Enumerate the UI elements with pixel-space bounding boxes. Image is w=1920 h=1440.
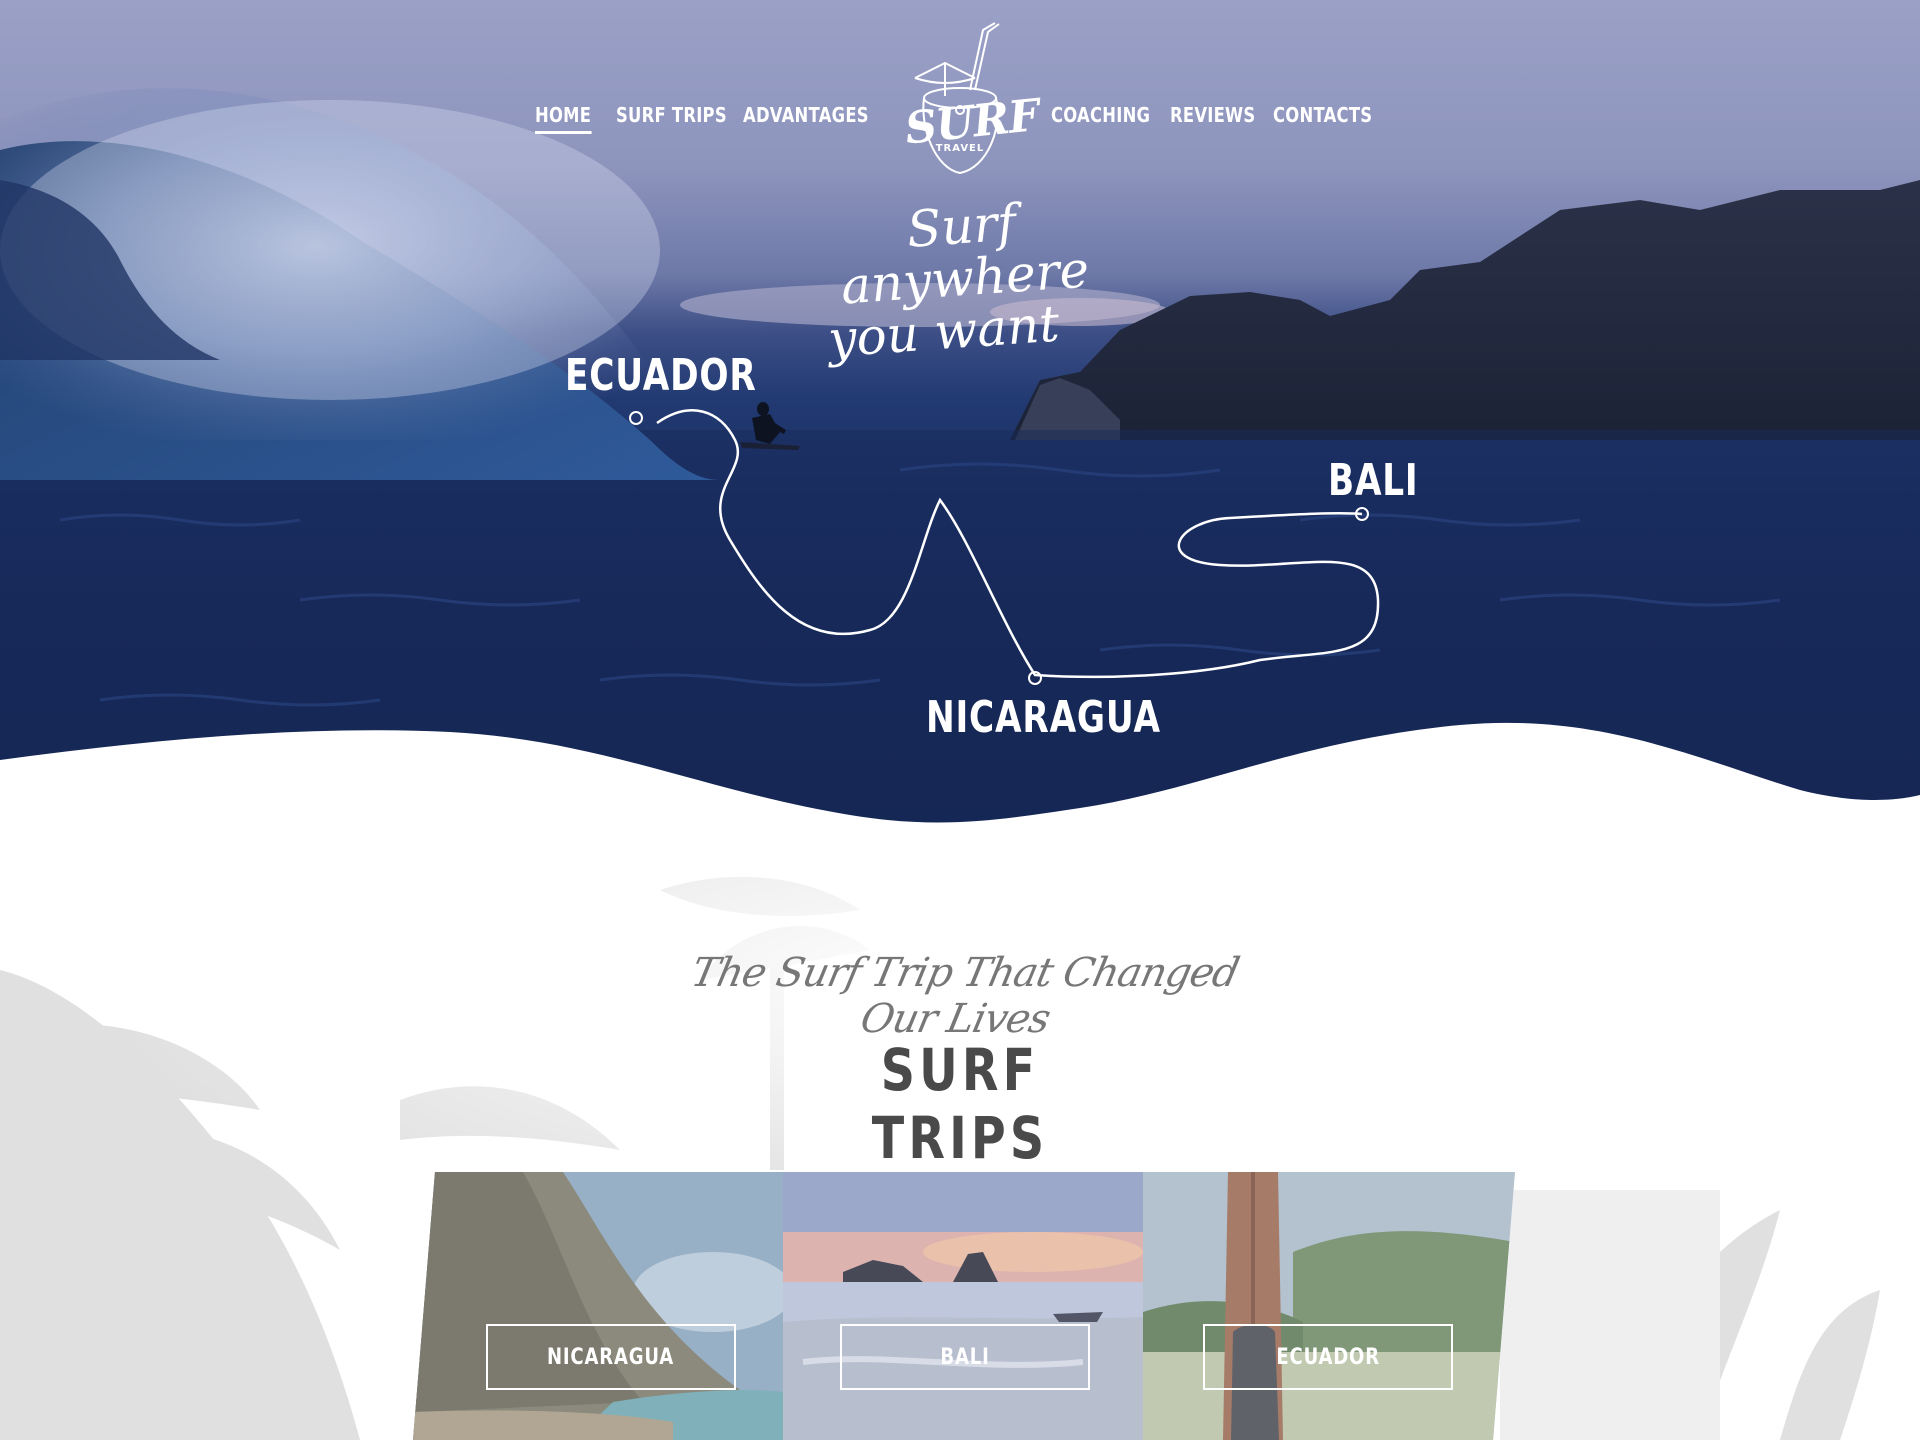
section-subtitle: The Surf Trip That Changed Our Lives [687, 950, 1243, 1042]
ecuador-button[interactable]: ECUADOR [1203, 1324, 1453, 1390]
hero-section: HOME SURF TRIPS ADVANTAGES COACHING REVI… [0, 0, 1920, 830]
ecuador-image [1143, 1172, 1515, 1440]
trip-cards: NICARAGUA BALI ECUADOR [413, 1172, 1515, 1440]
bali-button[interactable]: BALI [840, 1324, 1090, 1390]
trip-card-ecuador[interactable]: ECUADOR [1143, 1172, 1515, 1440]
trip-card-bali[interactable]: BALI [783, 1172, 1143, 1440]
nicaragua-button[interactable]: NICARAGUA [486, 1324, 736, 1390]
section-title: SURF TRIPS [871, 1036, 1049, 1172]
wave-divider [0, 722, 1920, 830]
trip-card-nicaragua[interactable]: NICARAGUA [413, 1172, 783, 1440]
bali-image [783, 1172, 1143, 1440]
nicaragua-image [413, 1172, 783, 1440]
